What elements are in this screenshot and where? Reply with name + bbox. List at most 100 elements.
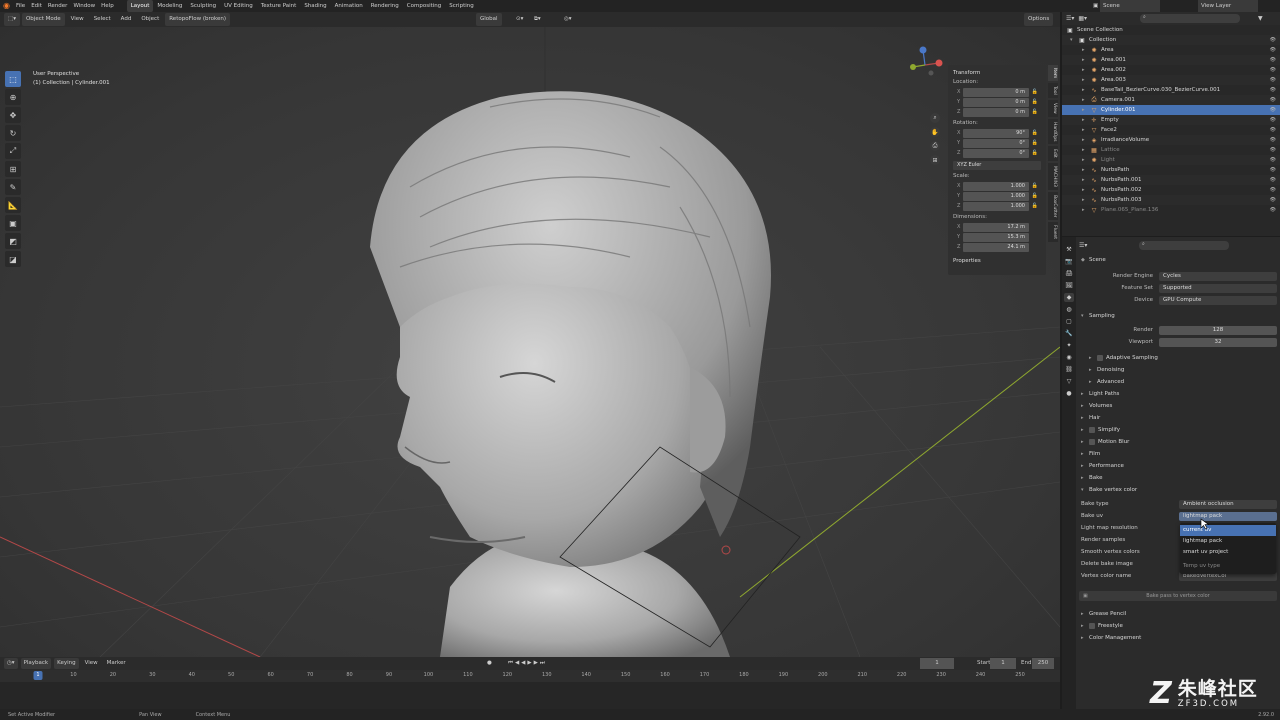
workspace-tab-animation[interactable]: Animation [331, 0, 367, 12]
proportional-edit-icon[interactable]: ◎▾ [560, 13, 576, 26]
measure-tool-icon[interactable]: 📐 [5, 197, 21, 213]
visibility-eye-icon[interactable]: 👁 [1270, 187, 1276, 193]
bake-panel[interactable]: ▸ Bake [1079, 472, 1277, 484]
dimensions-z-field[interactable]: 24.1 m [963, 242, 1029, 252]
properties-panel-title[interactable]: Properties [953, 258, 1041, 264]
film-panel[interactable]: ▸ Film [1079, 448, 1277, 460]
simplify-checkbox[interactable] [1089, 427, 1095, 433]
bake-vertex-color-panel[interactable]: ▾ Bake vertex color [1079, 484, 1277, 496]
light-paths-panel[interactable]: ▸ Light Paths [1079, 388, 1277, 400]
menu-view[interactable]: View [67, 13, 88, 26]
lock-icon[interactable]: 🔓 [1029, 109, 1041, 115]
playback-controls[interactable]: ⏮◀◀▶▶⏭ [505, 658, 550, 669]
end-frame-field[interactable]: 250 [1032, 658, 1054, 669]
boxcutter-tool-icon[interactable]: ◪ [5, 251, 21, 267]
tab-fluent[interactable]: Fluent [1048, 222, 1058, 243]
visibility-eye-icon[interactable]: 👁 [1270, 157, 1276, 163]
workspace-tab-layout[interactable]: Layout [126, 0, 154, 12]
transform-tool-icon[interactable]: ⊞ [5, 161, 21, 177]
sampling-panel-header[interactable]: ▾ Sampling [1079, 310, 1277, 322]
dimensions-x-field[interactable]: 17.2 m [963, 222, 1029, 232]
performance-panel[interactable]: ▸ Performance [1079, 460, 1277, 472]
lock-icon[interactable]: 🔓 [1029, 150, 1041, 156]
outliner-item[interactable]: ▸ ▽ Cylinder.001 👁 [1062, 105, 1280, 115]
modifier-tab-icon[interactable]: 🔧 [1064, 329, 1074, 338]
device-dropdown[interactable]: GPU Compute [1159, 295, 1277, 305]
bake-type-dropdown[interactable]: Ambient occlusion [1179, 499, 1277, 509]
particles-tab-icon[interactable]: ✦ [1064, 341, 1074, 350]
outliner-item[interactable]: ▸ ✺ Area 👁 [1062, 45, 1280, 55]
color-management-panel[interactable]: ▸ Color Management [1079, 632, 1277, 644]
transform-orientation-dropdown[interactable]: Global [476, 13, 502, 26]
add-cube-tool-icon[interactable]: ▣ [5, 215, 21, 231]
outliner-root[interactable]: ▣ Scene Collection [1062, 25, 1280, 35]
lock-icon[interactable]: 🔓 [1029, 89, 1041, 95]
outliner-item[interactable]: ▸ ✺ Light 👁 [1062, 155, 1280, 165]
menu-edit[interactable]: Edit [28, 0, 45, 12]
freestyle-panel[interactable]: ▸ Freestyle [1079, 620, 1277, 632]
location-x-field[interactable]: 0 m [963, 87, 1029, 97]
visibility-eye-icon[interactable]: 👁 [1270, 197, 1276, 203]
expand-arrow-icon[interactable]: ▸ [1082, 187, 1090, 193]
world-tab-icon[interactable]: ◍ [1064, 305, 1074, 314]
menu-view[interactable]: View [82, 658, 101, 669]
render-engine-dropdown[interactable]: Cycles [1159, 271, 1277, 281]
expand-arrow-icon[interactable]: ▸ [1082, 137, 1090, 143]
camera-view-icon[interactable]: ⎙ [930, 141, 940, 151]
menu-select[interactable]: Select [90, 13, 115, 26]
visibility-eye-icon[interactable]: 👁 [1270, 167, 1276, 173]
outliner-item[interactable]: ▸ ⎙ Camera.001 👁 [1062, 95, 1280, 105]
expand-arrow-icon[interactable]: ▸ [1082, 177, 1090, 183]
visibility-eye-icon[interactable]: 👁 [1270, 107, 1276, 113]
retopoflow-dropdown[interactable]: RetopoFlow (broken) [165, 13, 231, 26]
expand-arrow-icon[interactable]: ▸ [1082, 147, 1090, 153]
visibility-eye-icon[interactable]: 👁 [1270, 147, 1276, 153]
lock-icon[interactable]: 🔓 [1029, 140, 1041, 146]
rotation-x-field[interactable]: 90° [963, 128, 1029, 138]
bake-pass-button[interactable]: ▣ Bake pass to vertex color [1079, 591, 1277, 601]
expand-arrow-icon[interactable]: ▸ [1082, 117, 1090, 123]
expand-arrow-icon[interactable]: ▸ [1082, 107, 1090, 113]
tab-machin3[interactable]: MACHIN3 [1048, 162, 1058, 190]
timeline-track-area[interactable] [0, 682, 1060, 709]
outliner-item[interactable]: ▸ ▽ Face2 👁 [1062, 125, 1280, 135]
visibility-eye-icon[interactable]: 👁 [1270, 137, 1276, 143]
expand-arrow-icon[interactable]: ▸ [1082, 97, 1090, 103]
record-icon[interactable]: ● [484, 658, 495, 669]
outliner-item[interactable]: ▸ ✛ Empty 👁 [1062, 115, 1280, 125]
hair-panel[interactable]: ▸ Hair [1079, 412, 1277, 424]
motion-blur-checkbox[interactable] [1089, 439, 1095, 445]
view-layer-tab-icon[interactable]: 🖼 [1064, 281, 1074, 290]
outliner-item[interactable]: ▸ ∿ BaseTail_BezierCurve.030_BezierCurve.0… [1062, 85, 1280, 95]
visibility-eye-icon[interactable]: 👁 [1270, 177, 1276, 183]
view-layer-selector[interactable]: View Layer [1198, 0, 1258, 12]
outliner-search-input[interactable]: ⌕ [1140, 14, 1240, 23]
tab-view[interactable]: View [1048, 100, 1058, 117]
menu-add[interactable]: Add [117, 13, 136, 26]
select-box-tool-icon[interactable]: ⬚ [5, 71, 21, 87]
menu-file[interactable]: File [13, 0, 28, 12]
lock-icon[interactable]: 🔓 [1029, 193, 1041, 199]
workspace-tab-compositing[interactable]: Compositing [403, 0, 445, 12]
expand-arrow-icon[interactable]: ▸ [1082, 157, 1090, 163]
expand-arrow-icon[interactable]: ▸ [1082, 127, 1090, 133]
outliner-item[interactable]: ▾ ▣ Collection 👁 [1062, 35, 1280, 45]
blender-logo-icon[interactable]: ◉ [0, 0, 13, 12]
menu-keying[interactable]: Keying [54, 658, 79, 669]
outliner-item[interactable]: ▸ ∿ NurbsPath.002 👁 [1062, 185, 1280, 195]
rotation-mode-dropdown[interactable]: XYZ Euler [953, 160, 1041, 170]
expand-arrow-icon[interactable]: ▸ [1082, 87, 1090, 93]
hops-tool-icon[interactable]: ◩ [5, 233, 21, 249]
simplify-panel[interactable]: ▸ Simplify [1079, 424, 1277, 436]
dimensions-y-field[interactable]: 15.3 m [963, 232, 1029, 242]
physics-tab-icon[interactable]: ◉ [1064, 353, 1074, 362]
workspace-tab-uv-editing[interactable]: UV Editing [220, 0, 257, 12]
tab-boxcutter[interactable]: BoxCutter [1048, 191, 1058, 221]
pivot-icon[interactable]: ⊙▾ [512, 13, 527, 26]
expand-arrow-icon[interactable]: ▸ [1082, 207, 1090, 213]
tab-hardops[interactable]: HardOps [1048, 118, 1058, 145]
visibility-eye-icon[interactable]: 👁 [1270, 97, 1276, 103]
current-frame-field[interactable]: 1 [920, 658, 954, 669]
outliner-item[interactable]: ▸ ▽ Plane.065_Plane.136 👁 [1062, 205, 1280, 215]
mode-selector[interactable]: Object Mode [21, 13, 65, 26]
